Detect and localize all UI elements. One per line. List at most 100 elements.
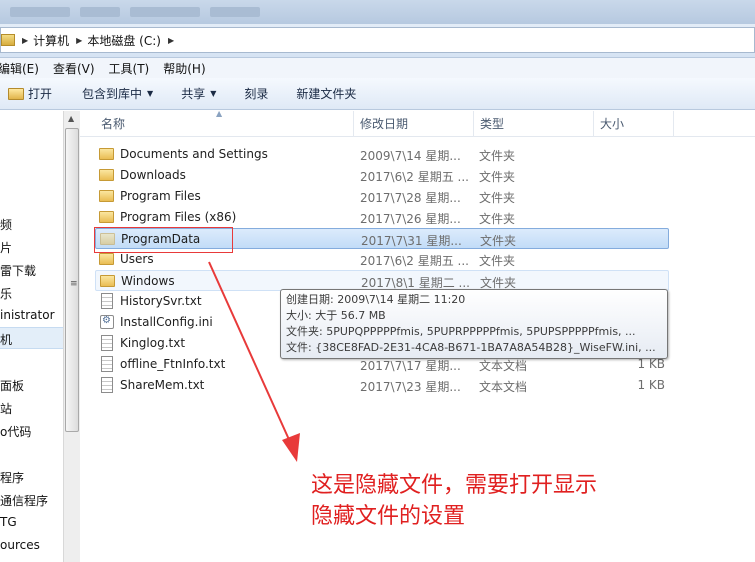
- file-type: 文件夹: [479, 191, 516, 205]
- new-folder-button[interactable]: 新建文件夹: [296, 85, 356, 102]
- nav-item-tg[interactable]: TG: [0, 515, 17, 529]
- share-button[interactable]: 共享 ▼: [181, 85, 216, 102]
- annotation-line-1: 这是隐藏文件，需要打开显示: [311, 473, 598, 498]
- annotation-text: 这是隐藏文件，需要打开显示 隐藏文件的设置: [311, 470, 597, 532]
- file-date: 2017\7\28 星期...: [360, 191, 461, 205]
- scroll-up-icon[interactable]: ▲: [68, 114, 74, 123]
- navigation-pane: 频 片 雷下载 乐 inistrator 机 面板 站 o代码 程序 通信程序 …: [0, 111, 63, 562]
- nav-item-code[interactable]: o代码: [0, 423, 31, 440]
- file-name: InstallConfig.ini: [120, 315, 213, 329]
- column-name[interactable]: 名称: [95, 111, 354, 137]
- file-date: 2017\7\17 星期...: [360, 359, 461, 373]
- nav-item-pictures[interactable]: 片: [0, 239, 12, 256]
- nav-item-recycle-bin[interactable]: 站: [0, 400, 12, 417]
- nav-item-resources[interactable]: ources: [0, 538, 40, 552]
- file-type: 文件夹: [480, 234, 517, 248]
- text-file-icon: [101, 335, 113, 351]
- nav-item-computer[interactable]: 机: [0, 331, 12, 348]
- nav-scrollbar[interactable]: ▲ ≡: [63, 111, 80, 562]
- column-type[interactable]: 类型: [474, 111, 594, 137]
- menu-view[interactable]: 查看(V): [53, 60, 95, 77]
- annotation-highlight-box: [94, 227, 233, 253]
- file-type: 文件夹: [479, 170, 516, 184]
- file-date: 2017\7\31 星期...: [361, 234, 462, 248]
- file-name: Documents and Settings: [120, 147, 268, 161]
- file-name: Windows: [121, 274, 175, 288]
- text-file-icon: [101, 293, 113, 309]
- nav-item-administrator[interactable]: inistrator: [0, 308, 55, 322]
- nav-item-control-panel[interactable]: 面板: [0, 377, 24, 394]
- tooltip-size: 大小: 大于 56.7 MB: [286, 309, 386, 322]
- file-name: Users: [120, 252, 154, 266]
- nav-item-programs[interactable]: 程序: [0, 469, 24, 486]
- file-name: Program Files: [120, 189, 201, 203]
- column-size[interactable]: 大小: [594, 111, 674, 137]
- file-type: 文件夹: [479, 149, 516, 163]
- folder-icon: [99, 148, 114, 160]
- folder-icon: [99, 190, 114, 202]
- breadcrumb-computer[interactable]: 计算机: [33, 32, 69, 49]
- column-date[interactable]: 修改日期: [354, 111, 474, 137]
- chevron-down-icon: ▼: [210, 89, 217, 98]
- address-bar[interactable]: ▶ 计算机 ▶ 本地磁盘 (C:) ▶: [0, 27, 755, 53]
- file-name: HistorySvr.txt: [120, 294, 202, 308]
- file-row[interactable]: Downloads 2017\6\2 星期五 ... 文件夹: [95, 165, 669, 186]
- annotation-line-2: 隐藏文件的设置: [311, 504, 466, 529]
- file-date: 2017\6\2 星期五 ...: [360, 254, 468, 268]
- file-row[interactable]: Program Files 2017\7\28 星期... 文件夹: [95, 186, 669, 207]
- computer-icon: [1, 34, 15, 46]
- tooltip-files: 文件: {38CE8FAD-2E31-4CA8-B671-1BA7A8A54B2…: [286, 341, 656, 354]
- file-type: 文件夹: [479, 254, 516, 268]
- folder-icon: [99, 211, 114, 223]
- chevron-right-icon[interactable]: ▶: [76, 36, 82, 45]
- file-name: ShareMem.txt: [120, 378, 205, 392]
- title-strip: [0, 0, 755, 24]
- file-type: 文本文档: [479, 359, 528, 373]
- file-date: 2017\7\26 星期...: [360, 212, 461, 226]
- file-row[interactable]: Program Files (x86) 2017\7\26 星期... 文件夹: [95, 207, 669, 228]
- share-label: 共享: [181, 87, 206, 101]
- open-folder-icon: [8, 87, 24, 100]
- file-size: 1 KB: [637, 357, 665, 371]
- chevron-right-icon[interactable]: ▶: [168, 36, 174, 45]
- file-row[interactable]: Documents and Settings 2009\7\14 星期... 文件夹: [95, 144, 669, 165]
- tooltip-created: 创建日期: 2009\7\14 星期二 11:20: [286, 293, 466, 306]
- folder-icon: [99, 169, 114, 181]
- open-label: 打开: [28, 87, 53, 101]
- folder-icon: [100, 275, 115, 287]
- chevron-right-icon[interactable]: ▶: [22, 36, 28, 45]
- explorer-window: ▶ 计算机 ▶ 本地磁盘 (C:) ▶ 编辑(E) 查看(V) 工具(T) 帮助…: [0, 0, 755, 562]
- file-date: 2017\7\23 星期...: [360, 380, 461, 394]
- menu-bar: 编辑(E) 查看(V) 工具(T) 帮助(H): [0, 58, 755, 78]
- scrollbar-thumb[interactable]: ≡: [65, 128, 79, 432]
- text-file-icon: [101, 377, 113, 393]
- burn-label: 刻录: [244, 87, 269, 101]
- file-date: 2009\7\14 星期...: [360, 149, 461, 163]
- menu-edit[interactable]: 编辑(E): [0, 60, 39, 77]
- folder-icon: [99, 253, 114, 265]
- file-name: Program Files (x86): [120, 210, 237, 224]
- file-name: offline_FtnInfo.txt: [120, 357, 226, 371]
- file-type: 文本文档: [479, 380, 528, 394]
- breadcrumb-local-disk[interactable]: 本地磁盘 (C:): [87, 32, 161, 49]
- file-row[interactable]: Windows 2017\8\1 星期二 ... 文件夹: [95, 270, 669, 291]
- config-file-icon: [100, 315, 114, 329]
- nav-item-videos[interactable]: 频: [0, 216, 12, 233]
- column-header: ▲ 名称 修改日期 类型 大小: [80, 109, 755, 137]
- file-size: 1 KB: [637, 378, 665, 392]
- burn-button[interactable]: 刻录: [244, 85, 268, 102]
- file-row[interactable]: ShareMem.txt 2017\7\23 星期... 文本文档 1 KB: [95, 375, 669, 396]
- menu-help[interactable]: 帮助(H): [163, 60, 205, 77]
- open-button[interactable]: 打开: [8, 85, 52, 102]
- file-date: 2017\6\2 星期五 ...: [360, 170, 468, 184]
- folder-tooltip: 创建日期: 2009\7\14 星期二 11:20 大小: 大于 56.7 MB…: [280, 289, 668, 359]
- nav-item-thunder-downloads[interactable]: 雷下载: [0, 262, 36, 279]
- menu-tools[interactable]: 工具(T): [109, 60, 150, 77]
- tooltip-folders: 文件夹: 5PUPQPPPPPfmis, 5PUPRPPPPPfmis, 5PU…: [286, 325, 636, 338]
- include-library-label: 包含到库中: [82, 87, 143, 101]
- file-type: 文件夹: [479, 212, 516, 226]
- file-name: Downloads: [120, 168, 186, 182]
- nav-item-comm-programs[interactable]: 通信程序: [0, 492, 48, 509]
- include-library-button[interactable]: 包含到库中 ▼: [82, 85, 153, 102]
- nav-item-music[interactable]: 乐: [0, 285, 12, 302]
